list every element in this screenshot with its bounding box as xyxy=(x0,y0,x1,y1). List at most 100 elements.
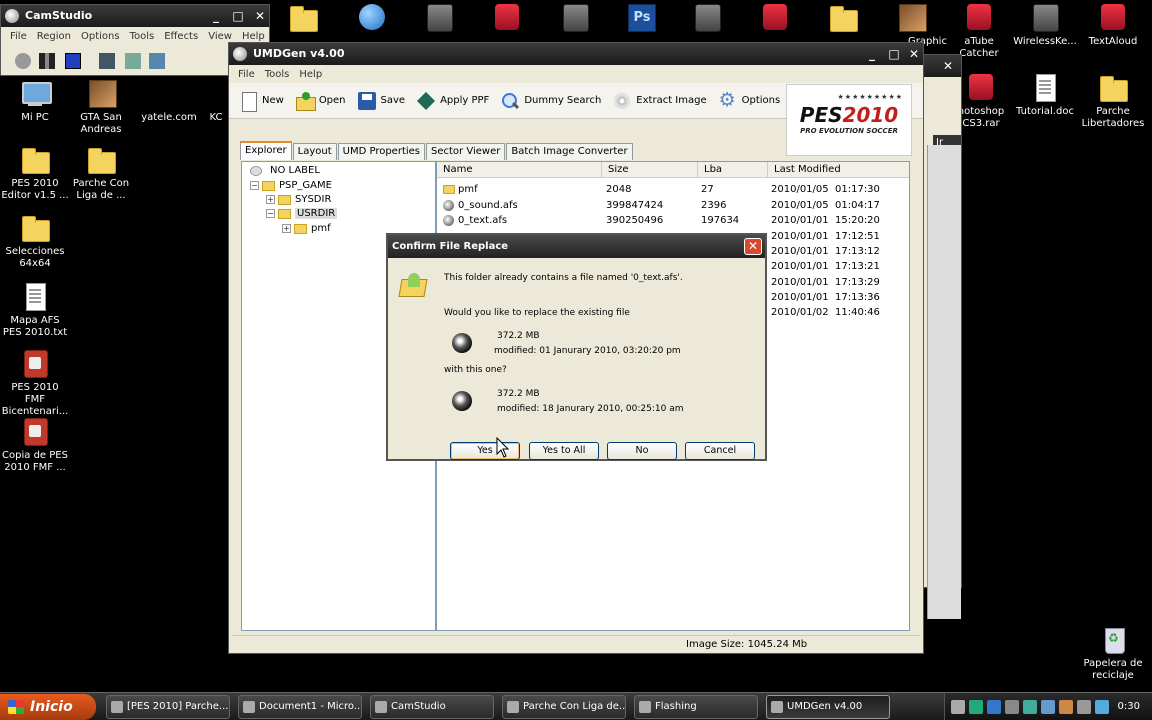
desktop-top-ie[interactable] xyxy=(336,2,406,36)
camstudio-titlebar[interactable]: CamStudio _ □ ✕ xyxy=(1,5,269,27)
desktop-top-graphic[interactable] xyxy=(876,2,946,36)
collapse-icon[interactable]: − xyxy=(266,209,275,218)
tree-node-psp-game[interactable]: − PSP_GAME xyxy=(250,180,332,191)
file-row[interactable]: pmf 2048 27 2010/01/05 01:17:30 xyxy=(437,182,909,197)
desktop-icon-atube[interactable]: aTube Catcher xyxy=(944,2,1014,60)
desktop-top-folder-2[interactable] xyxy=(808,2,878,36)
tray-icon[interactable] xyxy=(1095,700,1109,714)
minimize-icon[interactable]: _ xyxy=(863,46,881,62)
desktop-top-winrar[interactable] xyxy=(472,2,542,36)
region-icon[interactable] xyxy=(125,53,141,69)
desktop-icon-trash[interactable]: Papelera de reciclaje xyxy=(1078,624,1148,682)
desktop-icon-textaloud[interactable]: TextAloud xyxy=(1078,2,1148,48)
tray-icon[interactable] xyxy=(969,700,983,714)
no-button[interactable]: No xyxy=(607,442,677,460)
close-icon[interactable]: ✕ xyxy=(939,58,957,74)
desktop-icon-yatele[interactable]: yatele.com xyxy=(134,78,204,124)
desktop-icon-tutorial[interactable]: Tutorial.doc xyxy=(1010,72,1080,118)
desktop-top-app-8[interactable] xyxy=(740,2,810,36)
tab-batch-image-converter[interactable]: Batch Image Converter xyxy=(506,143,633,160)
taskbar-item-flashing[interactable]: Flashing xyxy=(634,695,758,719)
tab-umd-properties[interactable]: UMD Properties xyxy=(337,143,426,160)
yes-to-all-button[interactable]: Yes to All xyxy=(529,442,599,460)
tree-node-root[interactable]: NO LABEL xyxy=(250,165,320,176)
desktop-icon-parche-libertadores[interactable]: Parche Libertadores xyxy=(1078,72,1148,130)
tree-node-usrdir[interactable]: − USRDIR xyxy=(266,208,338,219)
desktop-icon-kc[interactable]: KC xyxy=(206,78,226,124)
confirm-file-replace-dialog[interactable]: Confirm File Replace ✕ This folder alrea… xyxy=(386,233,767,461)
desktop-icon-gta[interactable]: GTA San Andreas xyxy=(66,78,136,136)
swf-icon[interactable] xyxy=(149,53,165,69)
column-lba[interactable]: Lba xyxy=(697,162,767,178)
clock[interactable]: 0:30 xyxy=(1118,693,1140,720)
apply-ppf-button[interactable]: Apply PPF xyxy=(411,87,495,115)
menu-tools[interactable]: Tools xyxy=(260,69,295,80)
tray-icon[interactable] xyxy=(987,700,1001,714)
pause-button[interactable] xyxy=(39,53,55,69)
column-last-modified[interactable]: Last Modified xyxy=(767,162,909,178)
tree-node-pmf[interactable]: + pmf xyxy=(282,223,331,234)
maximize-icon[interactable]: □ xyxy=(229,8,247,24)
desktop-icon-parche-liga[interactable]: Parche Con Liga de ... xyxy=(66,144,136,202)
menu-file[interactable]: File xyxy=(233,69,260,80)
expand-icon[interactable]: + xyxy=(282,224,291,233)
close-icon[interactable]: ✕ xyxy=(744,238,762,255)
taskbar-item-parche-liga[interactable]: Parche Con Liga de... xyxy=(502,695,626,719)
desktop-top-disc[interactable] xyxy=(540,2,610,36)
file-row[interactable]: 0_sound.afs 399847424 2396 2010/01/05 01… xyxy=(437,198,909,213)
desktop-top-folder-1[interactable] xyxy=(268,2,338,36)
menu-effects[interactable]: Effects xyxy=(159,31,203,42)
tray-icon[interactable] xyxy=(1023,700,1037,714)
menu-help[interactable]: Help xyxy=(294,69,327,80)
menu-file[interactable]: File xyxy=(5,31,32,42)
umdgen-titlebar[interactable]: UMDGen v4.00 _ □ ✕ xyxy=(229,43,923,65)
column-name[interactable]: Name xyxy=(437,162,601,178)
maximize-icon[interactable]: □ xyxy=(885,46,903,62)
file-row[interactable]: 0_text.afs 390250496 197634 2010/01/01 1… xyxy=(437,213,909,228)
desktop-icon-mi-pc[interactable]: Mi PC xyxy=(0,78,70,124)
options-icon[interactable] xyxy=(99,53,115,69)
desktop-top-app-7[interactable] xyxy=(672,2,742,36)
desktop-icon-copia-pes[interactable]: Copia de PES 2010 FMF ... xyxy=(0,416,70,474)
collapse-icon[interactable]: − xyxy=(250,181,259,190)
stop-button[interactable] xyxy=(65,53,81,69)
extract-image-button[interactable]: Extract Image xyxy=(607,87,712,115)
column-size[interactable]: Size xyxy=(601,162,697,178)
tray-icon[interactable] xyxy=(1077,700,1091,714)
tray-icon[interactable] xyxy=(1041,700,1055,714)
close-icon[interactable]: ✕ xyxy=(905,46,923,62)
tray-icon[interactable] xyxy=(1059,700,1073,714)
menu-help[interactable]: Help xyxy=(237,31,270,42)
desktop-icon-mapa-afs[interactable]: Mapa AFS PES 2010.txt xyxy=(0,281,70,339)
record-button[interactable] xyxy=(15,53,31,69)
desktop-icon-selecciones[interactable]: Selecciones 64x64 xyxy=(0,212,70,270)
desktop-icon-pes-editor[interactable]: PES 2010 Editor v1.5 ... xyxy=(0,144,70,202)
menu-view[interactable]: View xyxy=(203,31,237,42)
taskbar-item-umdgen[interactable]: UMDGen v4.00 xyxy=(766,695,890,719)
taskbar-item-document1[interactable]: Document1 - Micro... xyxy=(238,695,362,719)
tab-layout[interactable]: Layout xyxy=(292,143,337,160)
dialog-titlebar[interactable]: Confirm File Replace ✕ xyxy=(388,235,765,258)
save-button[interactable]: Save xyxy=(352,87,412,115)
cancel-button[interactable]: Cancel xyxy=(685,442,755,460)
menu-options[interactable]: Options xyxy=(76,31,125,42)
tab-explorer[interactable]: Explorer xyxy=(240,141,292,160)
tray-icon[interactable] xyxy=(951,700,965,714)
dummy-search-button[interactable]: Dummy Search xyxy=(495,87,607,115)
start-button[interactable]: Inicio xyxy=(0,694,96,720)
desktop-top-gamepad[interactable] xyxy=(404,2,474,36)
menu-tools[interactable]: Tools xyxy=(125,31,160,42)
options-button[interactable]: Options xyxy=(713,87,787,115)
open-button[interactable]: Open xyxy=(290,87,352,115)
desktop-icon-pes-fmf[interactable]: PES 2010 FMF Bicentenari... xyxy=(0,348,70,418)
minimize-icon[interactable]: _ xyxy=(207,8,225,24)
tray-icon[interactable] xyxy=(1005,700,1019,714)
close-icon[interactable]: ✕ xyxy=(251,8,269,24)
desktop-top-photoshop[interactable] xyxy=(606,2,676,36)
new-button[interactable]: New xyxy=(233,87,290,115)
tab-sector-viewer[interactable]: Sector Viewer xyxy=(426,143,506,160)
menu-region[interactable]: Region xyxy=(32,31,76,42)
taskbar-item-camstudio[interactable]: CamStudio xyxy=(370,695,494,719)
desktop-icon-wireless[interactable]: WirelessKe... xyxy=(1010,2,1080,48)
taskbar-item-pes-parche[interactable]: [PES 2010] Parche... xyxy=(106,695,230,719)
